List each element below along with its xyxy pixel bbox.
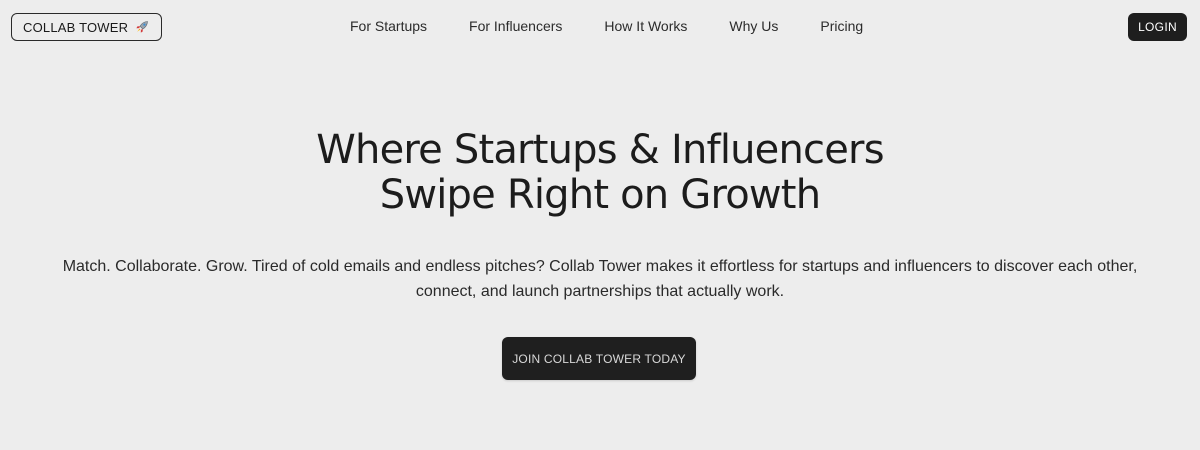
brand-name: COLLAB TOWER [23,19,129,35]
hero-title-line-2: Swipe Right on Growth [379,172,821,218]
top-navbar: COLLAB TOWER For Startups For Influencer… [0,0,1200,54]
nav-link-for-influencers[interactable]: For Influencers [469,18,562,34]
nav-link-why-us[interactable]: Why Us [729,18,778,34]
join-cta-button[interactable]: JOIN COLLAB TOWER TODAY [502,337,696,380]
nav-link-how-it-works[interactable]: How It Works [604,18,687,34]
hero-title: Where Startups & Influencers Swipe Right… [0,128,1200,218]
main-nav: For Startups For Influencers How It Work… [350,18,905,34]
brand-logo-button[interactable]: COLLAB TOWER [11,13,163,41]
hero-title-line-1: Where Startups & Influencers [316,127,884,173]
nav-link-for-startups[interactable]: For Startups [350,18,427,34]
login-button[interactable]: LOGIN [1128,13,1187,41]
rocket-icon [134,19,150,35]
nav-link-pricing[interactable]: Pricing [820,18,863,34]
hero-description: Match. Collaborate. Grow. Tired of cold … [62,258,1138,300]
